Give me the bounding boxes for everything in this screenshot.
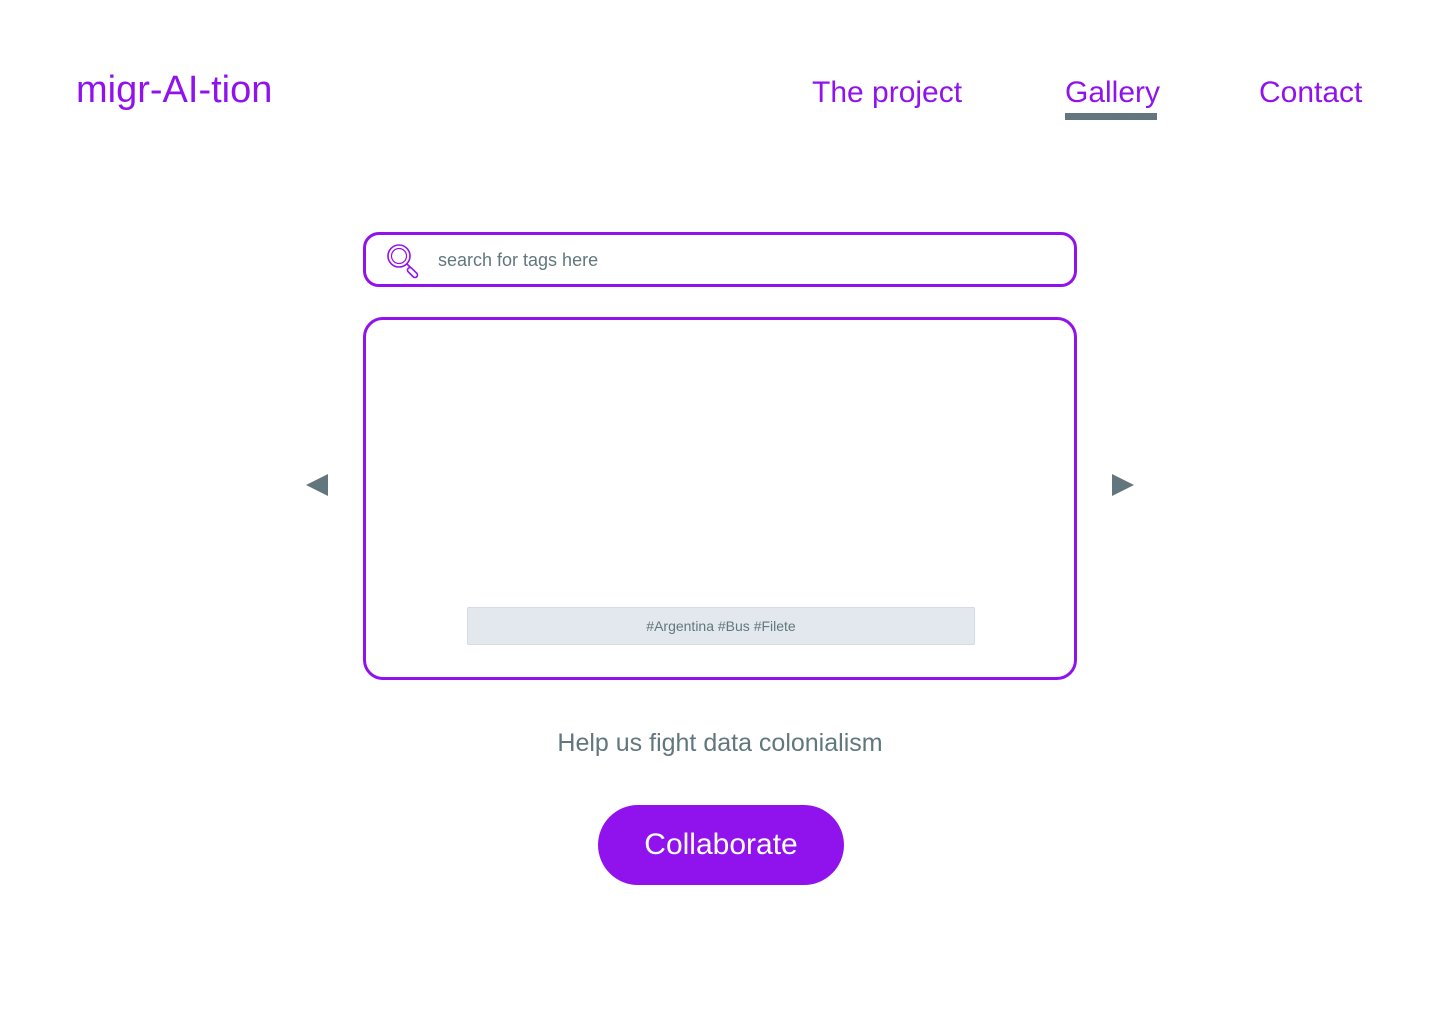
collaborate-button[interactable]: Collaborate bbox=[598, 805, 844, 885]
tagline: Help us fight data colonialism bbox=[557, 729, 883, 757]
magnifying-glass-icon bbox=[387, 244, 419, 279]
next-image-icon[interactable] bbox=[1112, 474, 1134, 496]
brand-logo[interactable]: migr-AI-tion bbox=[76, 68, 272, 112]
gallery-image-frame: #Argentina #Bus #Filete bbox=[363, 317, 1077, 680]
nav-item-the-project[interactable]: The project bbox=[812, 72, 962, 114]
nav-item-gallery[interactable]: Gallery bbox=[1065, 72, 1160, 114]
image-tags: #Argentina #Bus #Filete bbox=[467, 607, 975, 645]
nav-item-contact[interactable]: Contact bbox=[1259, 72, 1362, 114]
search-bar[interactable] bbox=[363, 232, 1077, 287]
active-nav-indicator bbox=[1065, 113, 1157, 120]
previous-image-icon[interactable] bbox=[306, 474, 328, 496]
search-input[interactable] bbox=[438, 244, 1038, 276]
gallery-page: migr-AI-tion The project Gallery Contact… bbox=[0, 0, 1440, 1024]
